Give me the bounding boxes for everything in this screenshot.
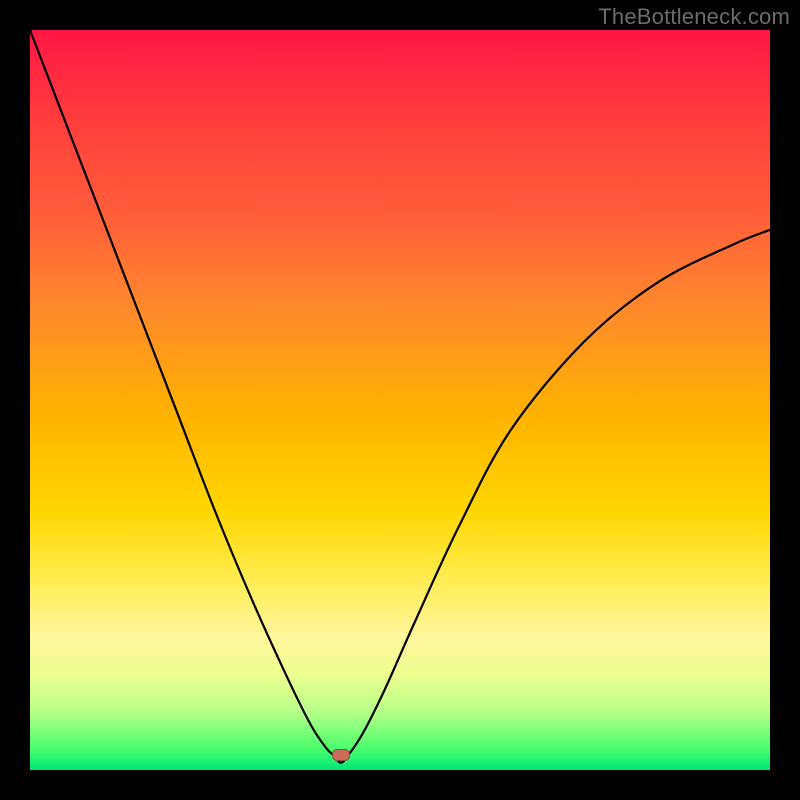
attribution-text: TheBottleneck.com — [598, 4, 790, 30]
chart-frame: TheBottleneck.com — [0, 0, 800, 800]
plot-area — [30, 30, 770, 770]
curve-path — [30, 30, 770, 763]
optimum-marker — [332, 749, 350, 761]
bottleneck-curve — [30, 30, 770, 770]
